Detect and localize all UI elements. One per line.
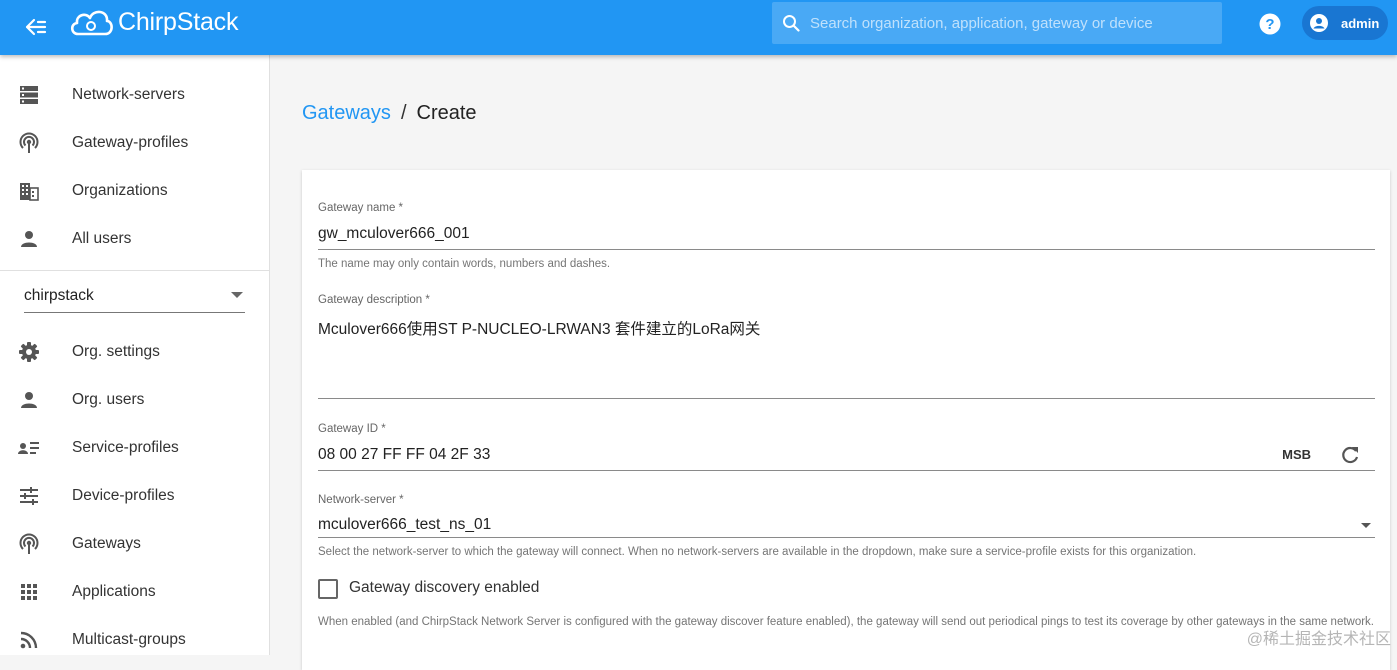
gateway-name-field[interactable]: Gateway name * gw_mculover666_001 The na… — [318, 202, 1375, 272]
app-logo[interactable]: ChirpStack — [68, 4, 238, 40]
gateway-description-field[interactable]: Gateway description * Mculover666使用ST P-… — [318, 294, 1375, 404]
gateway-description-label: Gateway description * — [318, 294, 430, 306]
person-icon — [18, 228, 40, 250]
rss-icon — [18, 629, 40, 651]
back-arrow-icon[interactable] — [22, 13, 50, 41]
sidebar-item-org-settings[interactable]: Org. settings — [0, 328, 269, 376]
sidebar-divider — [0, 270, 269, 271]
apps-grid-icon — [18, 581, 40, 603]
network-server-select[interactable]: mculover666_test_ns_01 — [318, 516, 491, 534]
broadcast-icon — [18, 132, 40, 154]
network-server-field[interactable]: Network-server * mculover666_test_ns_01 … — [318, 494, 1375, 564]
broadcast-icon — [18, 533, 40, 555]
gateway-discovery-checkbox[interactable] — [318, 579, 338, 599]
gateway-id-label: Gateway ID * — [318, 423, 386, 435]
sidebar-item-label: Applications — [72, 583, 156, 600]
network-server-helper: Select the network-server to which the g… — [318, 546, 1197, 558]
sidebar-item-label: Organizations — [72, 182, 168, 199]
search-icon — [780, 12, 802, 34]
gateway-discovery-helper: When enabled (and ChirpStack Network Ser… — [318, 616, 1375, 628]
gateway-id-underline — [318, 470, 1375, 471]
person-icon — [18, 389, 40, 411]
search-input[interactable] — [808, 13, 1222, 33]
dropdown-arrow-icon — [231, 292, 243, 298]
refresh-icon[interactable] — [1339, 444, 1361, 466]
server-icon — [18, 84, 40, 106]
breadcrumb-gateways-link[interactable]: Gateways — [302, 102, 391, 125]
cloud-logo-icon — [70, 10, 113, 36]
sliders-icon — [18, 485, 40, 507]
sidebar-item-org-users[interactable]: Org. users — [0, 376, 269, 424]
gear-icon — [18, 341, 40, 363]
gateway-name-helper: The name may only contain words, numbers… — [318, 258, 611, 270]
sidebar-item-applications[interactable]: Applications — [0, 568, 269, 616]
sidebar-item-gateways[interactable]: Gateways — [0, 520, 269, 568]
byte-order-toggle[interactable]: MSB — [1282, 447, 1311, 462]
sidebar-item-label: Org. users — [72, 391, 145, 408]
breadcrumb-separator: / — [400, 102, 407, 124]
breadcrumb-current: Create — [416, 102, 477, 124]
sidebar-item-label: Service-profiles — [72, 439, 179, 456]
sidebar-item-label: Network-servers — [72, 86, 185, 103]
organization-select[interactable]: chirpstack — [24, 280, 245, 313]
chevron-down-icon[interactable] — [1361, 523, 1371, 528]
username: admin — [1341, 15, 1380, 31]
breadcrumb: Gateways / Create — [302, 102, 477, 125]
gateway-create-form: Gateway name * gw_mculover666_001 The na… — [302, 170, 1390, 670]
sidebar-item-label: All users — [72, 230, 132, 247]
help-icon[interactable]: ? — [1258, 12, 1282, 36]
gateway-description-underline — [318, 398, 1375, 399]
svg-text:?: ? — [1265, 16, 1274, 33]
gateway-name-label: Gateway name * — [318, 202, 404, 214]
sidebar-item-device-profiles[interactable]: Device-profiles — [0, 472, 269, 520]
gateway-id-input[interactable]: 08 00 27 FF FF 04 2F 33 — [318, 446, 490, 464]
sidebar-item-multicast-groups[interactable]: Multicast-groups — [0, 616, 269, 664]
gateway-name-input[interactable]: gw_mculover666_001 — [318, 225, 470, 243]
gateway-description-input[interactable]: Mculover666使用ST P-NUCLEO-LRWAN3 套件建立的LoR… — [318, 317, 760, 339]
sidebar-item-label: Device-profiles — [72, 487, 175, 504]
sidebar-item-label: Gateway-profiles — [72, 134, 189, 151]
account-circle-icon — [1309, 13, 1329, 33]
sidebar: Network-servers Gateway-profiles Organiz… — [0, 55, 270, 655]
sidebar-item-network-servers[interactable]: Network-servers — [0, 71, 269, 119]
sidebar-item-label: Gateways — [72, 535, 141, 552]
gateway-name-underline — [318, 249, 1375, 250]
organization-select-value: chirpstack — [24, 287, 94, 304]
gateway-discovery-label[interactable]: Gateway discovery enabled — [349, 579, 539, 597]
sidebar-item-label: Org. settings — [72, 343, 160, 360]
sidebar-item-service-profiles[interactable]: Service-profiles — [0, 424, 269, 472]
user-menu-button[interactable]: admin — [1302, 6, 1388, 40]
top-app-bar: ChirpStack ? admin — [0, 0, 1397, 55]
app-name: ChirpStack — [118, 7, 239, 36]
sidebar-item-gateway-profiles[interactable]: Gateway-profiles — [0, 119, 269, 167]
global-search[interactable] — [772, 2, 1222, 44]
watermark: @稀土掘金技术社区 — [1246, 631, 1391, 648]
gateway-id-field[interactable]: Gateway ID * 08 00 27 FF FF 04 2F 33 MSB — [318, 423, 1375, 473]
person-list-icon — [18, 437, 40, 459]
sidebar-item-organizations[interactable]: Organizations — [0, 167, 269, 215]
network-server-underline — [318, 537, 1375, 538]
building-icon — [18, 180, 40, 202]
network-server-label: Network-server * — [318, 494, 404, 506]
sidebar-item-label: Multicast-groups — [72, 631, 186, 648]
sidebar-item-all-users[interactable]: All users — [0, 215, 269, 263]
